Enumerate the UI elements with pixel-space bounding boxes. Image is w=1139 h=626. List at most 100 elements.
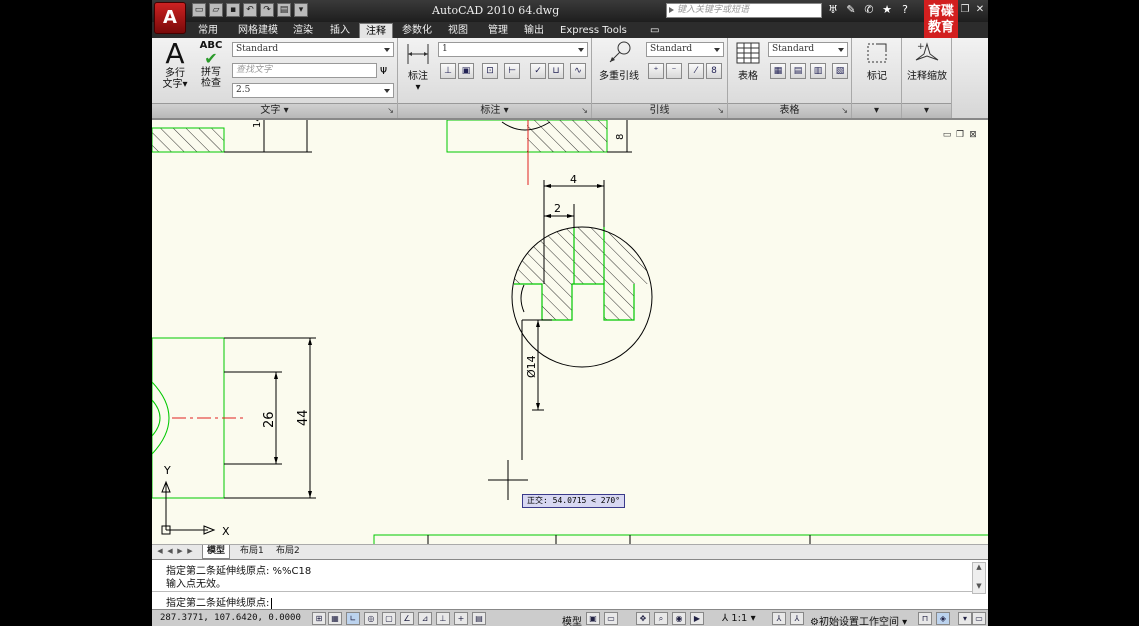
tab-express-tools[interactable]: Express Tools <box>554 23 633 38</box>
side-view-inner-arc[interactable] <box>152 399 161 437</box>
restore-window-icon[interactable]: ❐ <box>960 4 970 15</box>
layout-tab-layout1[interactable]: 布局1 <box>236 545 268 558</box>
markup-panel-title[interactable]: ▾ <box>852 103 901 118</box>
binoculars-icon[interactable]: ♅ <box>826 3 840 17</box>
pan-icon[interactable]: ✥ <box>636 612 650 625</box>
new-file-icon[interactable]: ▭ <box>192 3 206 17</box>
left-notch-arc[interactable] <box>520 284 525 313</box>
quick-properties-icon[interactable]: ▤ <box>472 612 486 625</box>
cad-drawing[interactable]: 14 8 4 2 Ø14 26 44 Y X <box>152 120 988 544</box>
workspace-switch-select[interactable]: ⚙初始设置工作空间 ▾ <box>810 613 907 626</box>
add-leader-icon[interactable]: ⁺ <box>648 63 664 79</box>
polar-tracking-icon[interactable]: ◎ <box>364 612 378 625</box>
bottom-part-outline[interactable] <box>373 534 988 544</box>
help-icon[interactable]: ? <box>898 3 912 17</box>
layout-tab-model[interactable]: 模型 <box>202 545 231 559</box>
dim-style-select[interactable]: 1 <box>438 42 588 57</box>
restore-drawing-icon[interactable]: ❐ <box>955 130 965 140</box>
dim-jog-icon[interactable]: ⊡ <box>482 63 498 79</box>
quick-view-icon[interactable]: ▭ <box>604 612 618 625</box>
zoom-icon[interactable]: ⌕ <box>654 612 668 625</box>
tab-view[interactable]: 视图 <box>442 23 474 38</box>
clean-screen-icon[interactable]: ▭ <box>972 612 986 625</box>
multileader-button[interactable]: 多重引线 <box>596 40 642 82</box>
link-data-icon[interactable]: ▤ <box>790 63 806 79</box>
panel-launcher-icon[interactable]: ↘ <box>717 104 724 118</box>
lineweight-icon[interactable]: + <box>454 612 468 625</box>
extract-data-icon[interactable]: ▦ <box>770 63 786 79</box>
undo-icon[interactable]: ↶ <box>243 3 257 17</box>
dim-oblique-icon[interactable]: ∿ <box>570 63 586 79</box>
dim-continue-icon[interactable]: ⊢ <box>504 63 520 79</box>
markup-button[interactable]: 标记 <box>860 40 894 82</box>
layout-tab-layout2[interactable]: 布局2 <box>272 545 304 558</box>
tab-mesh-modeling[interactable]: 网格建模 <box>232 23 284 38</box>
tab-manage[interactable]: 管理 <box>482 23 514 38</box>
status-menu-icon[interactable]: ▾ <box>958 612 972 625</box>
layout-icon[interactable]: ▣ <box>586 612 600 625</box>
tools-icon[interactable]: ✎ <box>844 3 858 17</box>
tab-render[interactable]: 渲染 <box>287 23 319 38</box>
leader-panel-title[interactable]: 引线 ↘ <box>592 103 727 118</box>
tab-parametric[interactable]: 参数化 <box>396 23 438 38</box>
command-input[interactable]: 指定第二条延伸线原点: <box>152 591 972 609</box>
text-height-select[interactable]: 2.5 <box>232 83 394 98</box>
communication-icon[interactable]: ✆ <box>862 3 876 17</box>
remove-leader-icon[interactable]: ⁻ <box>666 63 682 79</box>
annotation-scaling-button[interactable]: + 注释缩放 <box>904 40 950 82</box>
table-button[interactable]: 表格 <box>732 40 764 82</box>
close-window-icon[interactable]: ✕ <box>975 4 985 15</box>
annotation-scale-select[interactable]: ⅄ 1:1 ▾ <box>722 613 756 624</box>
cross-section-hatch[interactable] <box>512 227 652 320</box>
find-binoculars-icon[interactable]: ᴪ <box>380 63 387 77</box>
ortho-mode-icon[interactable]: ∟ <box>346 612 360 625</box>
last-layout-icon[interactable]: ▶ <box>186 547 194 556</box>
save-icon[interactable]: ▪ <box>226 3 240 17</box>
panel-launcher-icon[interactable]: ↘ <box>387 104 394 118</box>
command-scrollbar[interactable]: ▲ ▼ <box>972 562 986 594</box>
plot-icon[interactable]: ▤ <box>277 3 291 17</box>
top-middle-hatched-section[interactable] <box>527 120 607 152</box>
ribbon-toggle-icon[interactable]: ▭ <box>644 23 665 38</box>
side-view-outline[interactable] <box>152 337 225 499</box>
auto-scale-icon[interactable]: ⅄ <box>790 612 804 625</box>
lock-icon[interactable]: ⊓ <box>918 612 932 625</box>
tab-insert[interactable]: 插入 <box>324 23 356 38</box>
leader-style-select[interactable]: Standard <box>646 42 724 57</box>
table-style-select[interactable]: Standard <box>768 42 848 57</box>
spell-check-button[interactable]: ABC ✔ 拼写 检查 <box>196 40 226 89</box>
annotation-visibility-icon[interactable]: ⅄ <box>772 612 786 625</box>
favorites-star-icon[interactable]: ★ <box>880 3 894 17</box>
collect-leader-icon[interactable]: 8 <box>706 63 722 79</box>
open-file-icon[interactable]: ▱ <box>209 3 223 17</box>
dim-space-icon[interactable]: ▣ <box>458 63 474 79</box>
first-layout-icon[interactable]: ◀ <box>156 547 164 556</box>
qat-more-icon[interactable]: ▾ <box>294 3 308 17</box>
mtext-button[interactable]: A 多行 文字▾ <box>160 40 190 91</box>
scroll-down-icon[interactable]: ▼ <box>973 582 985 591</box>
top-left-hatched-section[interactable] <box>152 127 225 153</box>
text-panel-title[interactable]: 文字 ▾ ↘ <box>152 103 397 118</box>
align-leader-icon[interactable]: ⁄ <box>688 63 704 79</box>
upload-data-icon[interactable]: ▧ <box>832 63 848 79</box>
dynamic-input-icon[interactable]: ⊥ <box>436 612 450 625</box>
close-drawing-icon[interactable]: ⊠ <box>968 130 978 140</box>
minimize-drawing-icon[interactable]: ▭ <box>942 130 952 140</box>
table-panel-title[interactable]: 表格 ↘ <box>728 103 851 118</box>
dimension-panel-title[interactable]: 标注 ▾ ↘ <box>398 103 591 118</box>
prev-layout-icon[interactable]: ◀ <box>166 547 174 556</box>
redo-icon[interactable]: ↷ <box>260 3 274 17</box>
dim-break-icon[interactable]: ⊥ <box>440 63 456 79</box>
panel-launcher-icon[interactable]: ↘ <box>581 104 588 118</box>
grid-display-icon[interactable]: ▦ <box>328 612 342 625</box>
download-data-icon[interactable]: ▥ <box>810 63 826 79</box>
scroll-up-icon[interactable]: ▲ <box>973 563 985 572</box>
object-snap-icon[interactable]: ▢ <box>382 612 396 625</box>
annotation-scaling-panel-title[interactable]: ▾ <box>902 103 951 118</box>
help-search-input[interactable]: 键入关键字或短语 <box>666 3 822 18</box>
drawing-canvas[interactable]: 14 8 4 2 Ø14 26 44 Y X ▭ ❐ ⊠ 正交: 54.0715… <box>152 120 988 544</box>
dim-update-icon[interactable]: ⊔ <box>548 63 564 79</box>
dynamic-ucs-icon[interactable]: ⊿ <box>418 612 432 625</box>
dim-inspect-icon[interactable]: ✓ <box>530 63 546 79</box>
tab-output[interactable]: 输出 <box>518 23 550 38</box>
